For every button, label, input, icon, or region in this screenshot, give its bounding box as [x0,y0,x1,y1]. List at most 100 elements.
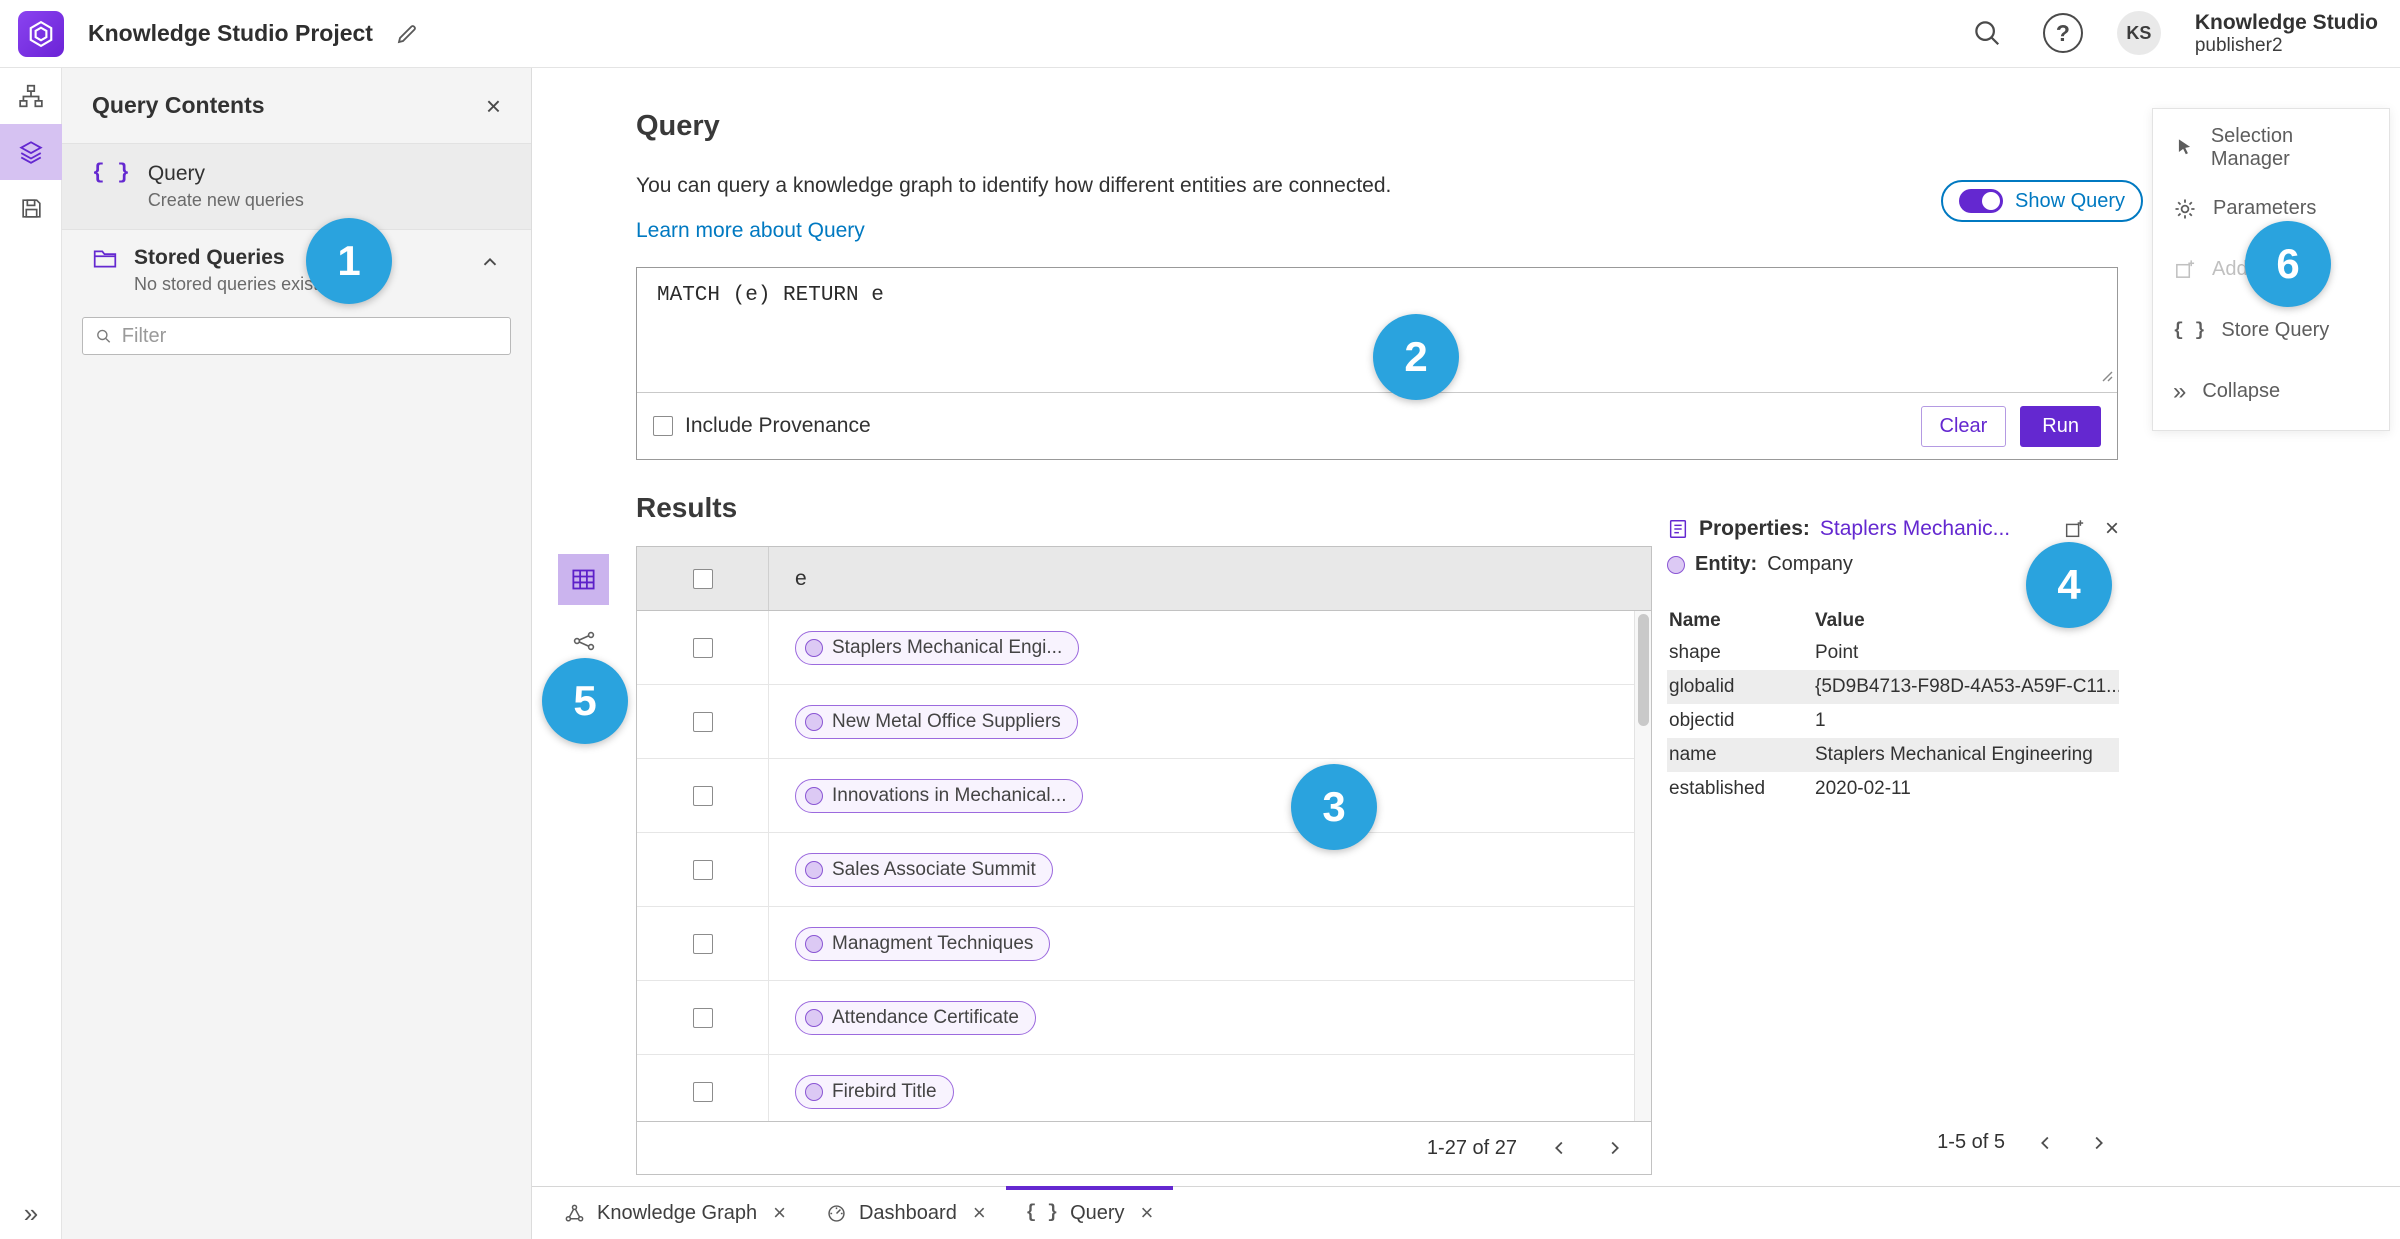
entity-dot-icon [805,934,823,953]
row-checkbox[interactable] [692,711,713,732]
folder-icon [93,250,117,268]
expand-rail-icon[interactable]: » [0,1198,62,1229]
row-checkbox[interactable] [692,933,713,954]
next-page-icon[interactable] [1603,1137,1625,1159]
app-window: Knowledge Studio Project ? KS Knowledge … [0,0,2400,1239]
entity-value: Company [1767,553,1853,575]
search-small-icon [97,329,111,343]
tab-knowledge-graph[interactable]: Knowledge Graph × [544,1187,806,1239]
close-tab-icon[interactable]: × [773,1202,786,1224]
row-checkbox[interactable] [692,1081,713,1102]
callout-1: 1 [306,218,392,304]
entity-pill[interactable]: New Metal Office Suppliers [795,704,1078,739]
results-view-toolbar [558,554,609,666]
entity-pill[interactable]: Attendance Certificate [795,1000,1036,1035]
left-rail: » [0,68,62,1239]
menu-item-selection-manager[interactable]: Selection Manager [2153,117,2389,178]
row-checkbox[interactable] [692,785,713,806]
resize-grip-icon[interactable] [2099,366,2113,389]
properties-target-link[interactable]: Staplers Mechanic... [1820,517,2010,541]
table-row[interactable]: New Metal Office Suppliers [637,685,1651,759]
row-checkbox[interactable] [692,1007,713,1028]
prev-page-icon[interactable] [1549,1137,1571,1159]
table-row[interactable]: Firebird Title [637,1055,1651,1121]
layers-icon[interactable] [0,124,62,180]
show-query-toggle[interactable]: Show Query [1941,180,2144,222]
results-pagination: 1-27 of 27 [637,1121,1651,1174]
close-tab-icon[interactable]: × [973,1202,986,1224]
select-all-cell [637,547,769,610]
table-row[interactable]: Managment Techniques [637,907,1651,981]
entity-pill[interactable]: Firebird Title [795,1074,954,1109]
avatar[interactable]: KS [2116,11,2161,56]
sidebar-item-query[interactable]: { } Query Create new queries [62,144,531,230]
bottom-tabbar: Knowledge Graph × Dashboard × { } Query … [532,1186,2400,1239]
results-table-body: Staplers Mechanical Engi... New Metal Of… [637,611,1651,1121]
cursor-select-icon [2178,139,2191,155]
save-icon[interactable] [0,180,62,236]
table-row[interactable]: Attendance Certificate [637,981,1651,1055]
row-checkbox[interactable] [692,859,713,880]
properties-actions: × [2063,517,2119,541]
entity-pill[interactable]: Staplers Mechanical Engi... [795,630,1080,665]
properties-header: Properties: Staplers Mechanic... × [1667,511,2119,547]
entity-pill[interactable]: Innovations in Mechanical... [795,778,1084,813]
property-row: globalid {5D9B4713-F98D-4A53-A59F-C11... [1667,670,2119,704]
menu-item-collapse[interactable]: » Collapse [2153,361,2389,422]
tab-query[interactable]: { } Query × [1005,1186,1174,1239]
edit-title-icon[interactable] [395,22,419,46]
braces-icon: { } [92,162,130,185]
stored-queries-section[interactable]: Stored Queries No stored queries exist [62,230,531,307]
row-checkbox[interactable] [692,637,713,658]
filter-input[interactable] [121,324,498,348]
app-logo[interactable] [18,10,64,57]
close-panel-icon[interactable]: × [486,93,501,119]
query-contents-panel: Query Contents × { } Query Create new qu… [62,68,532,1239]
results-title: Results [636,492,738,523]
select-all-checkbox[interactable] [692,568,713,589]
add-to-selection-icon[interactable] [2063,518,2085,540]
table-row[interactable]: Sales Associate Summit [637,833,1651,907]
hierarchy-icon[interactable] [0,68,62,124]
entity-pill[interactable]: Sales Associate Summit [795,852,1053,887]
learn-more-link[interactable]: Learn more about Query [636,219,865,243]
topbar: Knowledge Studio Project ? KS Knowledge … [0,0,2400,68]
menu-item-store-query[interactable]: { } Store Query [2153,300,2389,361]
close-tab-icon[interactable]: × [1141,1202,1154,1224]
chevron-up-icon[interactable] [479,252,501,274]
callout-2: 2 [1373,314,1459,400]
entity-label: Entity: [1695,553,1758,575]
property-row: shape Point [1669,642,1859,663]
help-icon[interactable]: ? [2042,13,2083,54]
stored-queries-label: Stored Queries [134,246,285,269]
add-to-map-icon [2176,260,2195,278]
user-role: publisher2 [2194,34,2283,56]
entity-pill[interactable]: Managment Techniques [795,926,1051,961]
properties-page-info: 1-5 of 5 [1937,1131,2005,1153]
show-query-label: Show Query [2015,189,2126,212]
search-icon[interactable] [1965,11,2009,55]
include-provenance-checkbox[interactable] [653,416,673,436]
results-scrollbar[interactable] [1634,611,1651,1121]
tab-dashboard[interactable]: Dashboard × [806,1187,1006,1239]
properties-pagination: 1-5 of 5 [1937,1131,2109,1154]
run-button[interactable]: Run [2020,405,2101,447]
column-header-e: e [795,566,807,590]
project-title: Knowledge Studio Project [88,20,373,46]
table-row[interactable]: Staplers Mechanical Engi... [637,611,1651,685]
panel-header: Query Contents × [62,68,531,144]
user-info[interactable]: Knowledge Studio publisher2 [2195,10,2378,58]
scrollbar-thumb[interactable] [1638,614,1649,726]
clear-button[interactable]: Clear [1920,405,2007,447]
table-row[interactable]: Innovations in Mechanical... [637,759,1651,833]
hexagon-logo-icon [29,20,53,47]
prev-page-icon[interactable] [2035,1132,2057,1154]
entity-dot-icon [805,786,823,805]
table-view-icon[interactable] [558,554,609,605]
include-provenance-label: Include Provenance [685,414,871,437]
prop-col-name: Name [1669,610,1721,631]
next-page-icon[interactable] [2087,1132,2109,1154]
close-properties-icon[interactable]: × [2105,517,2119,541]
topbar-actions: ? KS Knowledge Studio publisher2 [1965,10,2382,58]
results-page-info: 1-27 of 27 [1426,1136,1517,1159]
